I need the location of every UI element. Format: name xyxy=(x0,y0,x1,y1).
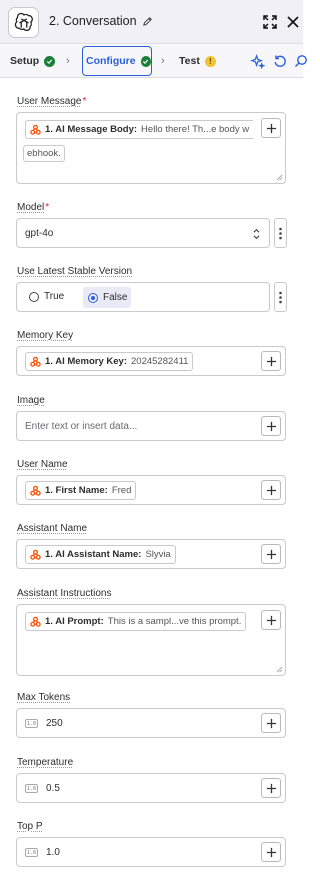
radio-false[interactable]: False xyxy=(83,287,131,308)
step-header: 2. Conversation xyxy=(0,0,303,44)
zapier-webhook-icon xyxy=(30,616,41,627)
plus-icon xyxy=(266,718,276,728)
max-tokens-label: Max Tokens xyxy=(17,692,71,703)
data-pill[interactable]: 1. AI Memory Key: 20245282411 xyxy=(25,352,194,371)
insert-data-button[interactable] xyxy=(261,842,281,862)
number-type-icon: 1.0 xyxy=(25,719,38,728)
chevron-updown-icon xyxy=(253,228,260,240)
radio-unchecked-icon xyxy=(29,291,39,302)
user-name-field[interactable]: 1. First Name: Fred xyxy=(16,475,286,505)
number-type-icon: 1.0 xyxy=(25,848,38,857)
zapier-webhook-icon xyxy=(30,124,41,135)
model-value: gpt-4o xyxy=(25,228,54,239)
check-circle-icon xyxy=(140,55,151,67)
tab-configure-label: Configure xyxy=(86,55,136,67)
zapier-webhook-icon xyxy=(30,549,41,560)
latest-stable-more-options-button[interactable] xyxy=(274,282,287,312)
data-pill-continued: ebhook. xyxy=(23,145,65,162)
pencil-icon[interactable] xyxy=(142,16,153,27)
user-message-label: User Message* xyxy=(17,96,87,107)
temperature-value: 0.5 xyxy=(46,783,60,794)
assistant-instructions-label: Assistant Instructions xyxy=(17,588,112,599)
close-icon[interactable] xyxy=(285,14,301,30)
chevron-right-icon: › xyxy=(66,55,70,67)
step-title[interactable]: 2. Conversation xyxy=(49,14,153,28)
model-label: Model* xyxy=(17,202,50,213)
kebab-menu-icon xyxy=(279,227,282,239)
insert-data-button[interactable] xyxy=(261,480,281,500)
image-label: Image xyxy=(17,395,45,406)
search-icon[interactable] xyxy=(293,53,309,69)
tab-setup[interactable]: Setup xyxy=(10,44,56,78)
latest-stable-radio-group: True False xyxy=(16,282,270,312)
plus-icon xyxy=(266,356,276,366)
insert-data-button[interactable] xyxy=(261,610,281,630)
insert-data-button[interactable] xyxy=(261,778,281,798)
insert-data-button[interactable] xyxy=(261,713,281,733)
memory-key-label: Memory Key xyxy=(17,330,74,341)
image-field[interactable]: Enter text or insert data... xyxy=(16,411,286,441)
assistant-instructions-field[interactable]: 1. AI Prompt: This is a sampl...ve this … xyxy=(16,604,286,676)
insert-data-button[interactable] xyxy=(261,416,281,436)
insert-data-button[interactable] xyxy=(261,118,281,138)
tab-configure[interactable]: Configure xyxy=(82,46,152,76)
step-title-text: 2. Conversation xyxy=(49,14,137,28)
data-pill[interactable]: 1. AI Message Body: Hello there! Th...e … xyxy=(25,120,254,139)
user-name-label: User Name xyxy=(17,459,68,470)
top-p-value: 1.0 xyxy=(46,847,60,858)
max-tokens-value: 250 xyxy=(46,718,63,729)
data-pill[interactable]: 1. AI Prompt: This is a sampl...ve this … xyxy=(25,612,247,631)
data-pill[interactable]: 1. AI Assistant Name: Slyvia xyxy=(25,545,176,564)
top-p-field[interactable]: 1.0 1.0 xyxy=(16,837,286,867)
ai-sparkle-icon[interactable] xyxy=(249,53,265,69)
kebab-menu-icon xyxy=(279,291,282,303)
radio-true[interactable]: True xyxy=(29,291,64,302)
max-tokens-field[interactable]: 1.0 250 xyxy=(16,708,286,738)
plus-icon xyxy=(266,123,276,133)
plus-icon xyxy=(266,485,276,495)
user-message-field[interactable]: 1. AI Message Body: Hello there! Th...e … xyxy=(16,112,286,184)
plus-icon xyxy=(266,549,276,559)
openai-logo-icon xyxy=(8,7,39,38)
plus-icon xyxy=(266,421,276,431)
temperature-label: Temperature xyxy=(17,757,74,768)
model-more-options-button[interactable] xyxy=(274,218,287,248)
number-type-icon: 1.0 xyxy=(25,784,38,793)
assistant-name-label: Assistant Name xyxy=(17,523,88,534)
tab-setup-label: Setup xyxy=(10,55,40,67)
assistant-name-field[interactable]: 1. AI Assistant Name: Slyvia xyxy=(16,539,286,569)
plus-icon xyxy=(266,847,276,857)
tab-test-label: Test xyxy=(179,55,200,67)
refresh-icon[interactable] xyxy=(272,53,288,69)
memory-key-field[interactable]: 1. AI Memory Key: 20245282411 xyxy=(16,346,286,376)
image-placeholder: Enter text or insert data... xyxy=(25,421,138,432)
tab-test[interactable]: Test ! xyxy=(179,44,216,78)
warning-icon: ! xyxy=(204,55,216,67)
model-select[interactable]: gpt-4o xyxy=(16,218,270,248)
zapier-webhook-icon xyxy=(30,485,41,496)
zapier-webhook-icon xyxy=(30,356,41,367)
chevron-right-icon: › xyxy=(161,55,165,67)
insert-data-button[interactable] xyxy=(261,351,281,371)
radio-checked-icon xyxy=(88,292,98,303)
plus-icon xyxy=(266,615,276,625)
temperature-field[interactable]: 1.0 0.5 xyxy=(16,773,286,803)
top-p-label: Top P xyxy=(17,821,43,832)
expand-icon[interactable] xyxy=(262,14,278,30)
insert-data-button[interactable] xyxy=(261,544,281,564)
data-pill[interactable]: 1. First Name: Fred xyxy=(25,481,137,500)
resize-handle-icon[interactable] xyxy=(276,174,283,181)
latest-stable-label: Use Latest Stable Version xyxy=(17,266,133,277)
resize-handle-icon[interactable] xyxy=(276,666,283,673)
check-circle-icon xyxy=(44,55,56,67)
plus-icon xyxy=(266,783,276,793)
